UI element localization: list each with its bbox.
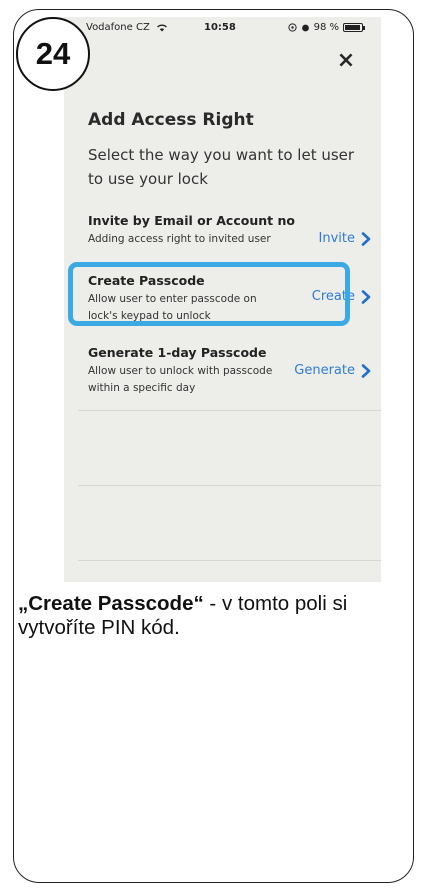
invite-button[interactable]: Invite (319, 231, 371, 246)
status-bar: Vodafone CZ 10:58 98 % (64, 17, 381, 39)
carrier-name: Vodafone CZ (86, 22, 150, 33)
option-invite[interactable]: Invite by Email or Account no Adding acc… (78, 207, 379, 271)
divider (78, 560, 381, 561)
option-generate-1-day-passcode[interactable]: Generate 1-day Passcode Allow user to un… (78, 339, 379, 403)
battery-percent: 98 % (313, 22, 339, 33)
option-description: Allow user to unlock with passcode withi… (88, 365, 273, 394)
option-create-passcode[interactable]: Create Passcode Allow user to enter pass… (78, 267, 379, 331)
divider (78, 410, 381, 411)
wifi-icon (157, 24, 167, 31)
option-title: Generate 1-day Passcode (88, 345, 267, 360)
invite-label: Invite (318, 231, 355, 246)
dialog-title: Add Access Right (88, 110, 254, 130)
caption-highlight: „Create Passcode“ (18, 592, 204, 615)
divider (78, 485, 381, 486)
carrier-label: Vodafone CZ (86, 22, 168, 33)
instruction-caption: „Create Passcode“ - v tomto poli si vytv… (18, 592, 413, 640)
chevron-right-icon (361, 363, 371, 378)
option-title: Invite by Email or Account no (88, 213, 295, 228)
status-icons: 98 % (287, 22, 365, 33)
chevron-right-icon (361, 289, 371, 304)
create-label: Create (311, 289, 355, 304)
step-number-badge: 24 (16, 17, 90, 91)
create-button[interactable]: Create (312, 289, 371, 304)
alarm-icon (301, 24, 309, 32)
clock: 10:58 (204, 22, 236, 33)
orientation-lock-icon (287, 23, 297, 32)
option-title: Create Passcode (88, 273, 205, 288)
close-icon: × (336, 47, 356, 73)
battery-icon (343, 23, 365, 32)
close-button[interactable]: × (331, 45, 361, 75)
chevron-right-icon (361, 231, 371, 246)
option-description: Allow user to enter passcode on lock's k… (88, 293, 257, 322)
generate-button[interactable]: Generate (294, 363, 371, 378)
generate-label: Generate (294, 363, 355, 378)
phone-screen: Vodafone CZ 10:58 98 % × Add Access Righ… (64, 17, 381, 582)
dialog-subtitle: Select the way you want to let user to u… (88, 146, 355, 188)
option-description: Adding access right to invited user (88, 233, 271, 245)
